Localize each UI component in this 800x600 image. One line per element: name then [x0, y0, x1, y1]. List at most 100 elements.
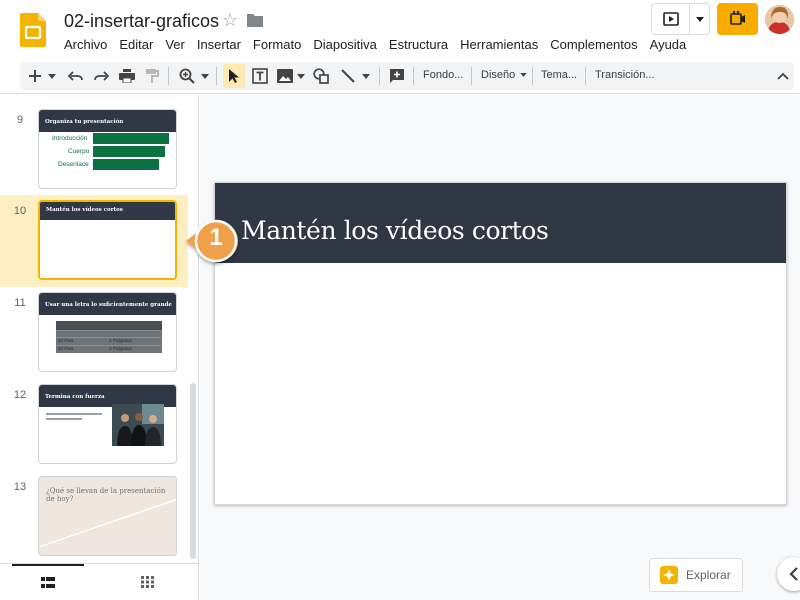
toolbar-separator [379, 67, 380, 85]
menu-ver[interactable]: Ver [159, 36, 191, 53]
image-dropdown[interactable] [295, 64, 307, 88]
toolbar-separator [585, 67, 586, 85]
thumb-title: Mantén los vídeos cortos [46, 207, 123, 213]
menu-estructura[interactable]: Estructura [383, 36, 454, 53]
header: 02-insertar-graficos ☆ Archivo Editar Ve… [0, 0, 800, 60]
undo-icon [68, 71, 83, 81]
thumb-table-cell: 30 Pies [58, 346, 74, 351]
cursor-icon [229, 69, 239, 83]
image-button[interactable] [275, 64, 295, 88]
thumb-table-cell: 2 Pulgadas [109, 338, 132, 343]
add-comment-button[interactable] [386, 64, 408, 88]
slide-preview[interactable]: Usar una letra lo suficientemente grande… [38, 292, 177, 372]
menu-insertar[interactable]: Insertar [191, 36, 247, 53]
toolbar-separator [168, 67, 169, 85]
slide-number: 12 [13, 389, 27, 401]
thumb-table-row [56, 330, 162, 337]
slide-thumbnail-12[interactable]: 12 Termina con fuerza [0, 379, 188, 471]
menu-ayuda[interactable]: Ayuda [644, 36, 693, 53]
present-dropdown-button[interactable] [690, 4, 709, 34]
grid-view-icon [140, 576, 154, 588]
filmstrip-scrollbar[interactable] [188, 95, 198, 563]
chevron-left-icon [789, 567, 798, 581]
text-box-button[interactable] [249, 64, 271, 88]
collapse-toolbar-button[interactable] [773, 64, 793, 88]
current-slide[interactable]: Mantén los vídeos cortos [214, 182, 787, 505]
slides-logo-icon[interactable] [20, 13, 46, 47]
caret-down-icon [362, 73, 370, 79]
slide-number: 11 [14, 297, 26, 309]
thumb-title: ¿Qué se llevan de la presentación de hoy… [46, 487, 166, 503]
redo-button[interactable] [90, 64, 112, 88]
side-panel-toggle[interactable] [777, 557, 800, 591]
thumb-table-header [56, 321, 162, 330]
caret-down-icon [520, 73, 528, 78]
menu-diapositiva[interactable]: Diapositiva [307, 36, 383, 53]
background-button[interactable]: Fondo... [423, 69, 463, 81]
thumb-header: Organiza tu presentación [39, 110, 176, 132]
zoom-dropdown[interactable] [199, 64, 211, 88]
slide-preview[interactable]: ¿Qué se llevan de la presentación de hoy… [38, 476, 177, 556]
menu-complementos[interactable]: Complementos [544, 36, 643, 53]
paint-format-button[interactable] [141, 64, 163, 88]
layout-label: Diseño [481, 69, 516, 81]
avatar[interactable] [765, 5, 794, 34]
slide-thumbnail-13[interactable]: 13 ¿Qué se llevan de la presentación de … [0, 471, 188, 563]
new-slide-button[interactable] [25, 64, 45, 88]
print-button[interactable] [116, 64, 138, 88]
zoom-button[interactable] [176, 64, 198, 88]
filmstrip-scrollbar-thumb[interactable] [190, 383, 196, 559]
grid-view-button[interactable] [111, 564, 183, 600]
select-tool-button[interactable] [223, 64, 245, 88]
slide-thumbnail-10[interactable]: 10 Mantén los vídeos cortos [0, 195, 188, 287]
theme-button[interactable]: Tema... [541, 69, 577, 81]
document-title[interactable]: 02-insertar-graficos [64, 11, 219, 32]
filmstrip-view-icon [41, 577, 55, 588]
undo-button[interactable] [65, 64, 87, 88]
slide-canvas-area: Mantén los vídeos cortos Explorar [200, 95, 800, 600]
slide-preview[interactable]: Termina con fuerza [38, 384, 177, 464]
slide-header-band: Mantén los vídeos cortos [215, 183, 786, 263]
caret-down-icon [297, 73, 305, 79]
thumb-title: Termina con fuerza [45, 394, 105, 400]
slide-number: 10 [13, 205, 27, 217]
meet-button[interactable] [717, 3, 758, 35]
menu-formato[interactable]: Formato [247, 36, 307, 53]
menu-herramientas[interactable]: Herramientas [454, 36, 544, 53]
explore-button[interactable]: Explorar [649, 558, 743, 592]
toolbar-separator [413, 67, 414, 85]
slide-preview[interactable]: Organiza tu presentación Introducción Cu… [38, 109, 177, 189]
slide-preview[interactable]: Mantén los vídeos cortos [38, 200, 177, 280]
paint-format-icon [146, 69, 159, 83]
folder-icon[interactable] [246, 12, 264, 28]
new-slide-dropdown[interactable] [46, 64, 58, 88]
shape-button[interactable] [310, 64, 332, 88]
thumb-row-label: Desenlace [58, 161, 89, 168]
slide-thumbnail-9[interactable]: 9 Organiza tu presentación Introducción … [0, 104, 188, 196]
transition-button[interactable]: Transición... [595, 69, 655, 81]
present-button-group [651, 3, 710, 35]
redo-icon [94, 71, 109, 81]
thumb-table: 30 Pies 2 Pulgadas 30 Pies 3 Pulgadas [56, 321, 162, 353]
line-dropdown[interactable] [360, 64, 372, 88]
slide-title[interactable]: Mantén los vídeos cortos [241, 216, 549, 245]
thumb-row-label: Introducción [52, 135, 88, 142]
layout-button[interactable]: Diseño [481, 69, 528, 81]
menu-editar[interactable]: Editar [113, 36, 159, 53]
slide-thumbnail-11[interactable]: 11 Usar una letra lo suficientemente gra… [0, 287, 188, 379]
chevron-up-icon [777, 72, 789, 80]
menu-bar: Archivo Editar Ver Insertar Formato Diap… [58, 36, 692, 53]
thumb-photo [112, 404, 164, 446]
line-button[interactable] [337, 64, 359, 88]
menu-archivo[interactable]: Archivo [58, 36, 113, 53]
filmstrip-view-switcher [0, 563, 199, 600]
speaker-notes-handle[interactable] [490, 593, 510, 597]
google-slides-window: 02-insertar-graficos ☆ Archivo Editar Ve… [0, 0, 800, 600]
toolbar-separator [471, 67, 472, 85]
thumb-header: Mantén los vídeos cortos [40, 202, 175, 220]
filmstrip-view-button[interactable] [12, 564, 84, 600]
thumb-table-row: 30 Pies 2 Pulgadas [56, 337, 162, 345]
meet-icon [729, 11, 745, 25]
present-button[interactable] [652, 4, 690, 34]
star-icon[interactable]: ☆ [222, 10, 238, 31]
